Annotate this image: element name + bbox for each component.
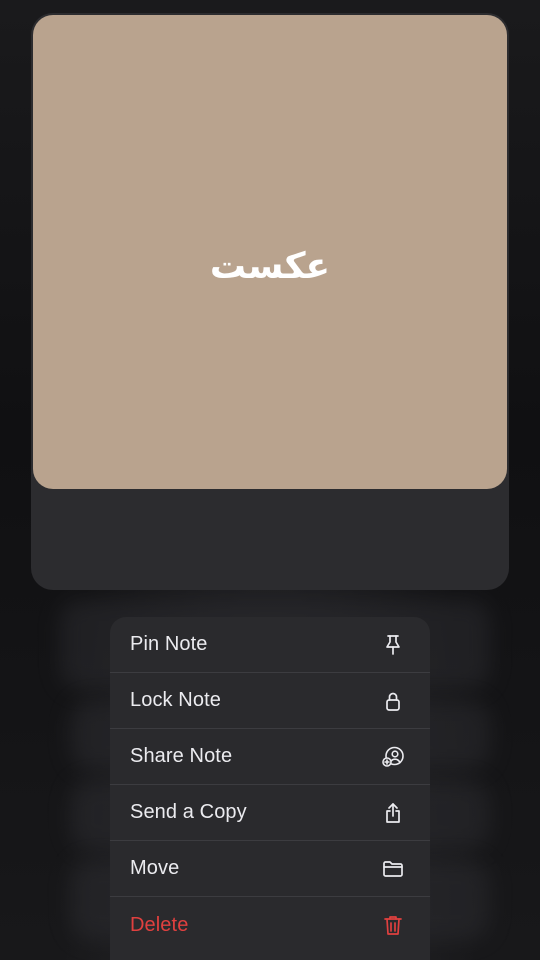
- send-a-copy-menu-item[interactable]: Send a Copy: [110, 785, 430, 841]
- menu-item-label: Pin Note: [130, 633, 208, 655]
- note-preview-card[interactable]: عكست: [31, 13, 509, 590]
- pin-note-menu-item[interactable]: Pin Note: [110, 617, 430, 673]
- context-menu: Pin Note Lock Note Share Note Send a Cop…: [110, 617, 430, 960]
- trash-icon: [380, 912, 406, 938]
- share-person-icon: [380, 744, 406, 770]
- menu-item-label: Delete: [130, 913, 189, 936]
- pin-icon: [380, 632, 406, 658]
- move-menu-item[interactable]: Move: [110, 841, 430, 897]
- share-note-menu-item[interactable]: Share Note: [110, 729, 430, 785]
- menu-item-label: Send a Copy: [130, 801, 247, 823]
- folder-icon: [380, 856, 406, 882]
- note-preview-text: عكست: [209, 245, 331, 287]
- menu-item-label: Lock Note: [130, 689, 221, 711]
- delete-menu-item[interactable]: Delete: [110, 897, 430, 953]
- note-preview-image: عكست: [33, 15, 507, 489]
- lock-icon: [380, 688, 406, 714]
- lock-note-menu-item[interactable]: Lock Note: [110, 673, 430, 729]
- menu-item-label: Move: [130, 857, 180, 879]
- share-upload-icon: [380, 800, 406, 826]
- menu-item-label: Share Note: [130, 745, 233, 767]
